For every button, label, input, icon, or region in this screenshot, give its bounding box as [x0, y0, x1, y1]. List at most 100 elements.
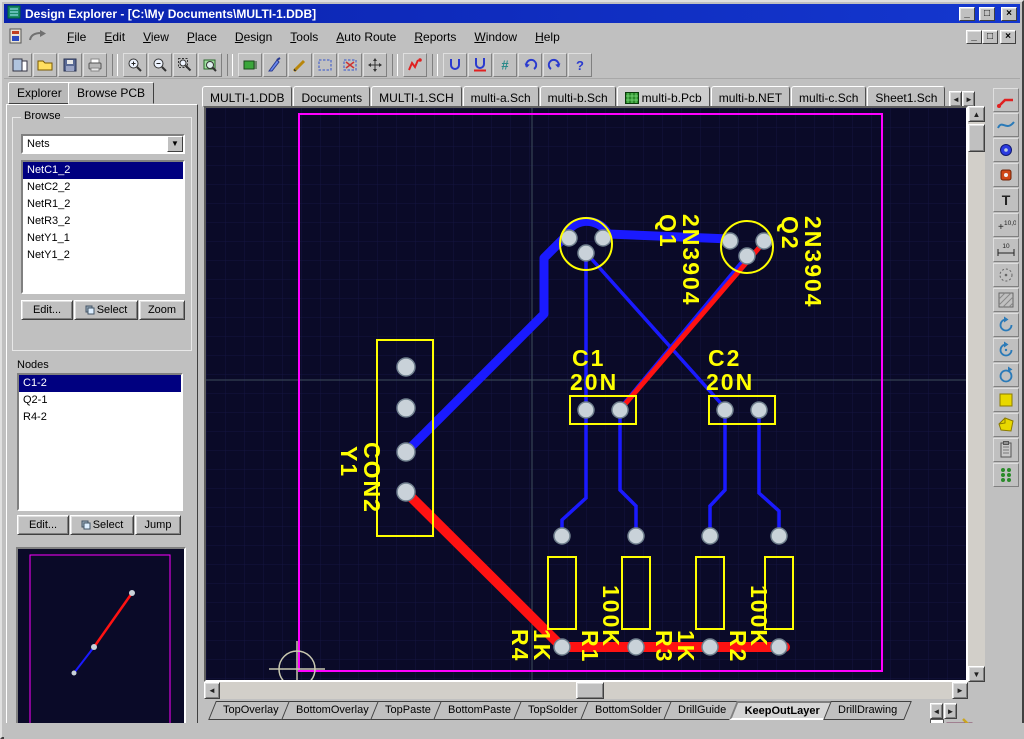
- zoom-in-icon[interactable]: [123, 53, 147, 77]
- un-route-icon[interactable]: [443, 53, 467, 77]
- place-arc-center-icon[interactable]: [993, 338, 1019, 362]
- scroll-right-icon[interactable]: ►: [952, 682, 968, 699]
- highlight-net-icon[interactable]: [403, 53, 427, 77]
- open-document-icon[interactable]: [33, 53, 57, 77]
- node-list-item[interactable]: C1-2: [19, 375, 181, 392]
- mdi-close-button[interactable]: ×: [1000, 30, 1016, 44]
- scroll-left-icon[interactable]: ◄: [204, 682, 220, 699]
- doc-tab-scroll-left[interactable]: ◄: [949, 91, 962, 107]
- menu-tools[interactable]: Tools: [281, 27, 327, 47]
- paste-array-icon[interactable]: [993, 438, 1019, 462]
- tab-explorer[interactable]: Explorer: [8, 82, 71, 104]
- layer-tab-topoverlay[interactable]: TopOverlay: [208, 701, 293, 720]
- place-hatched-fill-icon[interactable]: [993, 288, 1019, 312]
- place-dimension-icon[interactable]: 10: [993, 238, 1019, 262]
- node-jump-button[interactable]: Jump: [135, 515, 181, 535]
- place-circle-icon[interactable]: [993, 363, 1019, 387]
- scroll-up-icon[interactable]: ▲: [968, 106, 985, 122]
- layer-tab-scroll-right[interactable]: ►: [944, 703, 957, 719]
- doc-tab-multi-b-net[interactable]: multi-b.NET: [711, 86, 790, 107]
- net-list-item[interactable]: NetC2_2: [23, 179, 183, 196]
- browse-components-icon[interactable]: [238, 53, 262, 77]
- grid-toggle-icon[interactable]: #: [493, 53, 517, 77]
- deselect-all-icon[interactable]: [338, 53, 362, 77]
- horizontal-scrollbar[interactable]: ◄ ►: [204, 682, 968, 699]
- doc-tab-scroll-right[interactable]: ►: [962, 91, 975, 107]
- node-list-item[interactable]: Q2-1: [19, 392, 181, 409]
- vertical-scrollbar[interactable]: ▲ ▼: [968, 106, 985, 682]
- menu-place[interactable]: Place: [178, 27, 226, 47]
- horizontal-scroll-thumb[interactable]: [576, 682, 604, 699]
- menu-reports[interactable]: Reports: [405, 27, 465, 47]
- mdi-restore-button[interactable]: □: [982, 30, 998, 44]
- redo-icon[interactable]: [543, 53, 567, 77]
- doc-tab-sheet1-sch[interactable]: Sheet1.Sch: [867, 86, 945, 107]
- menu-help[interactable]: Help: [526, 27, 569, 47]
- knife-split-icon[interactable]: [263, 53, 287, 77]
- doc-tab-multi-b-sch[interactable]: multi-b.Sch: [540, 86, 616, 107]
- place-pad-icon[interactable]: [993, 163, 1019, 187]
- zoom-area-icon[interactable]: [173, 53, 197, 77]
- design-manager-icon[interactable]: [8, 53, 32, 77]
- place-room-icon[interactable]: [993, 263, 1019, 287]
- place-via-icon[interactable]: [993, 138, 1019, 162]
- doc-tab-multi1-sch[interactable]: MULTI-1.SCH: [371, 86, 461, 107]
- node-edit-button[interactable]: Edit...: [17, 515, 69, 535]
- place-polygon-icon[interactable]: [993, 413, 1019, 437]
- menu-edit[interactable]: Edit: [95, 27, 134, 47]
- place-string-icon[interactable]: T: [993, 188, 1019, 212]
- menu-view[interactable]: View: [134, 27, 178, 47]
- node-select-button[interactable]: Select: [70, 515, 134, 535]
- tab-browse-pcb[interactable]: Browse PCB: [68, 82, 154, 104]
- net-list-item[interactable]: NetR1_2: [23, 196, 183, 213]
- net-list[interactable]: NetC1_2 NetC2_2 NetR1_2 NetR3_2 NetY1_1 …: [21, 160, 185, 294]
- net-list-item[interactable]: NetY1_2: [23, 247, 183, 264]
- browse-mode-combo[interactable]: Nets ▼: [21, 134, 185, 154]
- net-edit-button[interactable]: Edit...: [21, 300, 73, 320]
- minimize-button[interactable]: _: [959, 7, 975, 21]
- place-arc-edge-icon[interactable]: [993, 313, 1019, 337]
- app-icon[interactable]: [7, 5, 21, 22]
- layer-tab-bottomsolder[interactable]: BottomSolder: [580, 701, 676, 720]
- draw-track-icon[interactable]: [288, 53, 312, 77]
- help-icon[interactable]: ?: [568, 53, 592, 77]
- doc-tab-multi-b-pcb[interactable]: multi-b.Pcb: [617, 86, 710, 107]
- maximize-button[interactable]: □: [979, 7, 995, 21]
- auto-route-icon[interactable]: [468, 53, 492, 77]
- close-button[interactable]: ×: [1001, 7, 1017, 21]
- interactive-route-icon[interactable]: [993, 88, 1019, 112]
- place-pad-array-icon[interactable]: [993, 463, 1019, 487]
- mdi-minimize-button[interactable]: _: [966, 30, 982, 44]
- zoom-out-icon[interactable]: [148, 53, 172, 77]
- layer-tab-keepoutlayer[interactable]: KeepOutLayer: [729, 701, 836, 720]
- select-area-icon[interactable]: [313, 53, 337, 77]
- menu-window[interactable]: Window: [465, 27, 526, 47]
- pcb-editor-canvas[interactable]: Q1 2N3904 Q2 2N3904 C1 20N C2 20N Y1 CON…: [204, 106, 968, 682]
- title-bar[interactable]: Design Explorer - [C:\My Documents\MULTI…: [4, 4, 1020, 23]
- net-zoom-button[interactable]: Zoom: [139, 300, 185, 320]
- menu-design[interactable]: Design: [226, 27, 281, 47]
- net-list-item[interactable]: NetC1_2: [23, 162, 183, 179]
- doc-tab-multi1-ddb[interactable]: MULTI-1.DDB: [202, 86, 292, 107]
- menu-file[interactable]: File: [58, 27, 95, 47]
- zoom-document-icon[interactable]: [198, 53, 222, 77]
- layer-tab-scroll-left[interactable]: ◄: [930, 703, 943, 719]
- menu-auto-route[interactable]: Auto Route: [327, 27, 405, 47]
- layer-tab-bottompaste[interactable]: BottomPaste: [433, 701, 526, 720]
- doc-tab-multi-a-sch[interactable]: multi-a.Sch: [463, 86, 539, 107]
- doc-tab-multi-c-sch[interactable]: multi-c.Sch: [791, 86, 866, 107]
- layer-tab-drilldrawing[interactable]: DrillDrawing: [823, 701, 912, 720]
- place-fill-icon[interactable]: [993, 388, 1019, 412]
- print-icon[interactable]: [83, 53, 107, 77]
- doc-tab-documents[interactable]: Documents: [293, 86, 370, 107]
- move-item-icon[interactable]: [363, 53, 387, 77]
- net-list-item[interactable]: NetY1_1: [23, 230, 183, 247]
- save-document-icon[interactable]: [58, 53, 82, 77]
- chevron-down-icon[interactable]: ▼: [167, 136, 183, 152]
- layer-tab-bottomoverlay[interactable]: BottomOverlay: [281, 701, 383, 720]
- document-icon[interactable]: [8, 27, 26, 48]
- menu-arrow-icon[interactable]: [28, 29, 48, 46]
- node-list-item[interactable]: R4-2: [19, 409, 181, 426]
- net-preview-pane[interactable]: [16, 547, 186, 731]
- undo-icon[interactable]: [518, 53, 542, 77]
